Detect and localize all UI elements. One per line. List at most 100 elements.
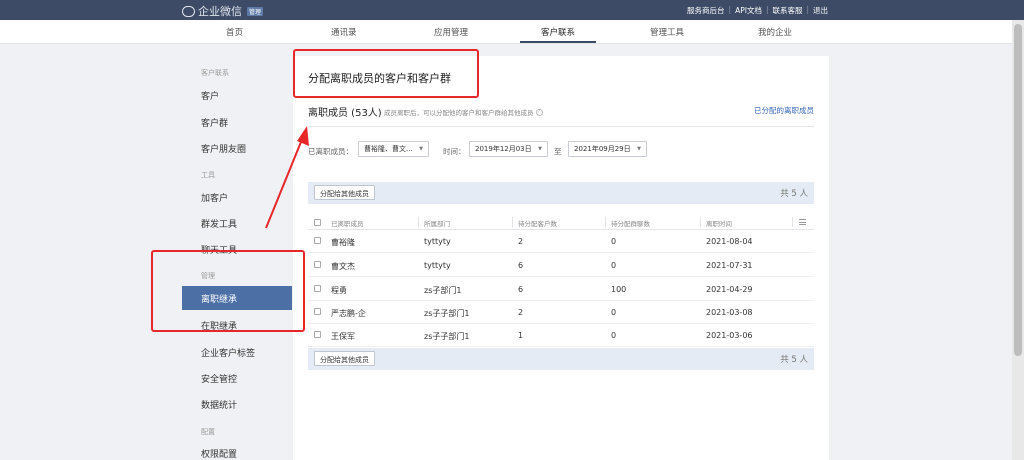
brand-logo[interactable]: 企业微信 管理 [182, 3, 264, 19]
sidebar-item-security[interactable]: 安全管控 [201, 372, 237, 385]
top-link-logout[interactable]: 退出 [813, 5, 828, 16]
header-separator [700, 217, 701, 227]
cell-resign-date: 2021-03-08 [706, 308, 753, 317]
chevron-down-icon: ▼ [538, 146, 542, 152]
sidebar-group-customer: 客户联系 [201, 69, 229, 77]
table-row[interactable]: 严志鹏-企 zs子子部门1 2 0 2021-03-08 [308, 301, 814, 324]
cell-pending-customers: 2 [518, 308, 524, 317]
title-highlight-box [293, 49, 479, 98]
cell-department: zs子子部门1 [424, 332, 470, 341]
table-header: 已离职成员 所属部门 待分配客户数 待分配群聊数 离职时间 [308, 214, 814, 230]
bulk-action-bar-top: 分配给其他成员 共 5 人 [308, 182, 814, 204]
cell-pending-customers: 6 [518, 285, 524, 294]
top-link-provider[interactable]: 服务商后台 [687, 5, 725, 16]
assign-to-others-button[interactable]: 分配给其他成员 [314, 185, 375, 200]
brand-badge: 管理 [247, 6, 264, 16]
cell-pending-groups: 100 [611, 285, 627, 294]
assigned-members-link[interactable]: 已分配的离职成员 [754, 105, 814, 116]
cell-department: tyttyty [424, 237, 451, 246]
table-row[interactable]: 程勇 zs子部门1 6 100 2021-04-29 [308, 278, 814, 301]
cell-pending-groups: 0 [611, 308, 617, 317]
total-count: 共 5 人 [780, 355, 808, 365]
top-link-support[interactable]: 联系客服 [772, 5, 802, 16]
header-separator [418, 217, 419, 227]
header-pending-customers: 待分配客户数 [518, 220, 557, 228]
nav-home[interactable]: 首页 [226, 26, 243, 38]
cell-department: tyttyty [424, 261, 451, 270]
main-nav: 首页 通讯录 应用管理 客户联系 管理工具 我的企业 [0, 20, 1012, 44]
header-separator [792, 217, 793, 227]
nav-apps[interactable]: 应用管理 [434, 26, 468, 38]
sidebar-item-customer-group[interactable]: 客户群 [201, 116, 228, 129]
top-link-separator: | [765, 5, 769, 14]
cell-member: 曹文杰 [331, 262, 355, 271]
info-icon[interactable]: ? [535, 108, 543, 116]
chevron-down-icon: ▼ [637, 146, 641, 152]
cell-pending-customers: 1 [518, 331, 524, 340]
header-resign-date: 离职时间 [706, 220, 732, 228]
sidebar-item-permissions[interactable]: 权限配置 [201, 447, 237, 460]
cell-resign-date: 2021-08-04 [706, 237, 753, 246]
header-separator [605, 217, 606, 227]
header-department: 所属部门 [424, 220, 450, 228]
member-select-value: 曹裕隆、曹文... [364, 145, 413, 153]
table-row[interactable]: 曹裕隆 tyttyty 2 0 2021-08-04 [308, 230, 814, 253]
annotation-arrow-icon [265, 126, 309, 229]
cell-department: zs子部门1 [424, 286, 462, 295]
sidebar-item-customer[interactable]: 客户 [201, 89, 219, 102]
resigned-description: 成员离职后，可以分配他的客户和客户群给其他成员 ? [384, 107, 543, 117]
sidebar-group-tools: 工具 [201, 171, 215, 179]
row-checkbox[interactable] [314, 285, 321, 292]
sidebar-item-tags[interactable]: 企业客户标签 [201, 346, 255, 359]
cell-member: 王保军 [331, 332, 355, 341]
top-link-separator: | [728, 5, 732, 14]
nav-management-tools[interactable]: 管理工具 [650, 26, 684, 38]
table-row[interactable]: 王保军 zs子子部门1 1 0 2021-03-06 [308, 324, 814, 347]
header-pending-groups: 待分配群聊数 [611, 220, 650, 228]
sidebar-item-mass-send[interactable]: 群发工具 [201, 217, 237, 230]
nav-my-company[interactable]: 我的企业 [758, 26, 792, 38]
cell-resign-date: 2021-03-06 [706, 331, 753, 340]
cell-pending-customers: 2 [518, 237, 524, 246]
member-select[interactable]: 曹裕隆、曹文... ▼ [358, 141, 429, 157]
table-row[interactable]: 曹文杰 tyttyty 6 0 2021-07-31 [308, 254, 814, 277]
nav-active-indicator [520, 41, 596, 43]
brand-name: 企业微信 [198, 5, 242, 18]
date-from-value: 2019年12月03日 [475, 145, 532, 153]
cell-pending-groups: 0 [611, 237, 617, 246]
top-link-separator: | [806, 5, 809, 14]
date-from-select[interactable]: 2019年12月03日 ▼ [469, 141, 548, 157]
row-checkbox[interactable] [314, 331, 321, 338]
scrollbar-thumb[interactable] [1014, 24, 1022, 356]
cell-department: zs子子部门1 [424, 309, 470, 318]
sidebar-item-stats[interactable]: 数据统计 [201, 398, 237, 411]
chat-bubble-icon [182, 5, 195, 17]
header-member: 已离职成员 [331, 220, 364, 228]
cell-pending-groups: 0 [611, 331, 617, 340]
cell-pending-groups: 0 [611, 261, 617, 270]
assign-to-others-button[interactable]: 分配给其他成员 [314, 351, 375, 366]
top-links: 服务商后台 | API文档 | 联系客服 | 退出 [687, 5, 828, 16]
top-bar [0, 0, 1024, 20]
nav-contacts[interactable]: 通讯录 [331, 26, 357, 38]
sidebar-item-moments[interactable]: 客户朋友圈 [201, 142, 246, 155]
sidebar-group-config: 配置 [201, 428, 215, 436]
cell-member: 程勇 [331, 286, 347, 295]
date-to-value: 2021年09月29日 [574, 145, 631, 153]
total-count: 共 5 人 [780, 189, 808, 199]
cell-pending-customers: 6 [518, 261, 524, 270]
description-text: 成员离职后，可以分配他的客户和客户群给其他成员 [384, 109, 534, 117]
cell-member: 曹裕隆 [331, 238, 355, 247]
top-link-api-docs[interactable]: API文档 [735, 5, 762, 16]
header-separator [512, 217, 513, 227]
row-checkbox[interactable] [314, 308, 321, 315]
time-filter-label: 时间： [443, 147, 466, 156]
date-range-separator: 至 [554, 147, 562, 156]
chevron-down-icon: ▼ [419, 146, 423, 152]
sidebar-item-add-customer[interactable]: 加客户 [201, 191, 228, 204]
date-to-select[interactable]: 2021年09月29日 ▼ [568, 141, 647, 157]
cell-member: 严志鹏-企 [331, 309, 366, 318]
nav-customer-contact[interactable]: 客户联系 [541, 26, 575, 38]
resigned-count-title: 离职成员 (53人) [308, 108, 382, 119]
column-settings-icon[interactable] [799, 219, 806, 225]
